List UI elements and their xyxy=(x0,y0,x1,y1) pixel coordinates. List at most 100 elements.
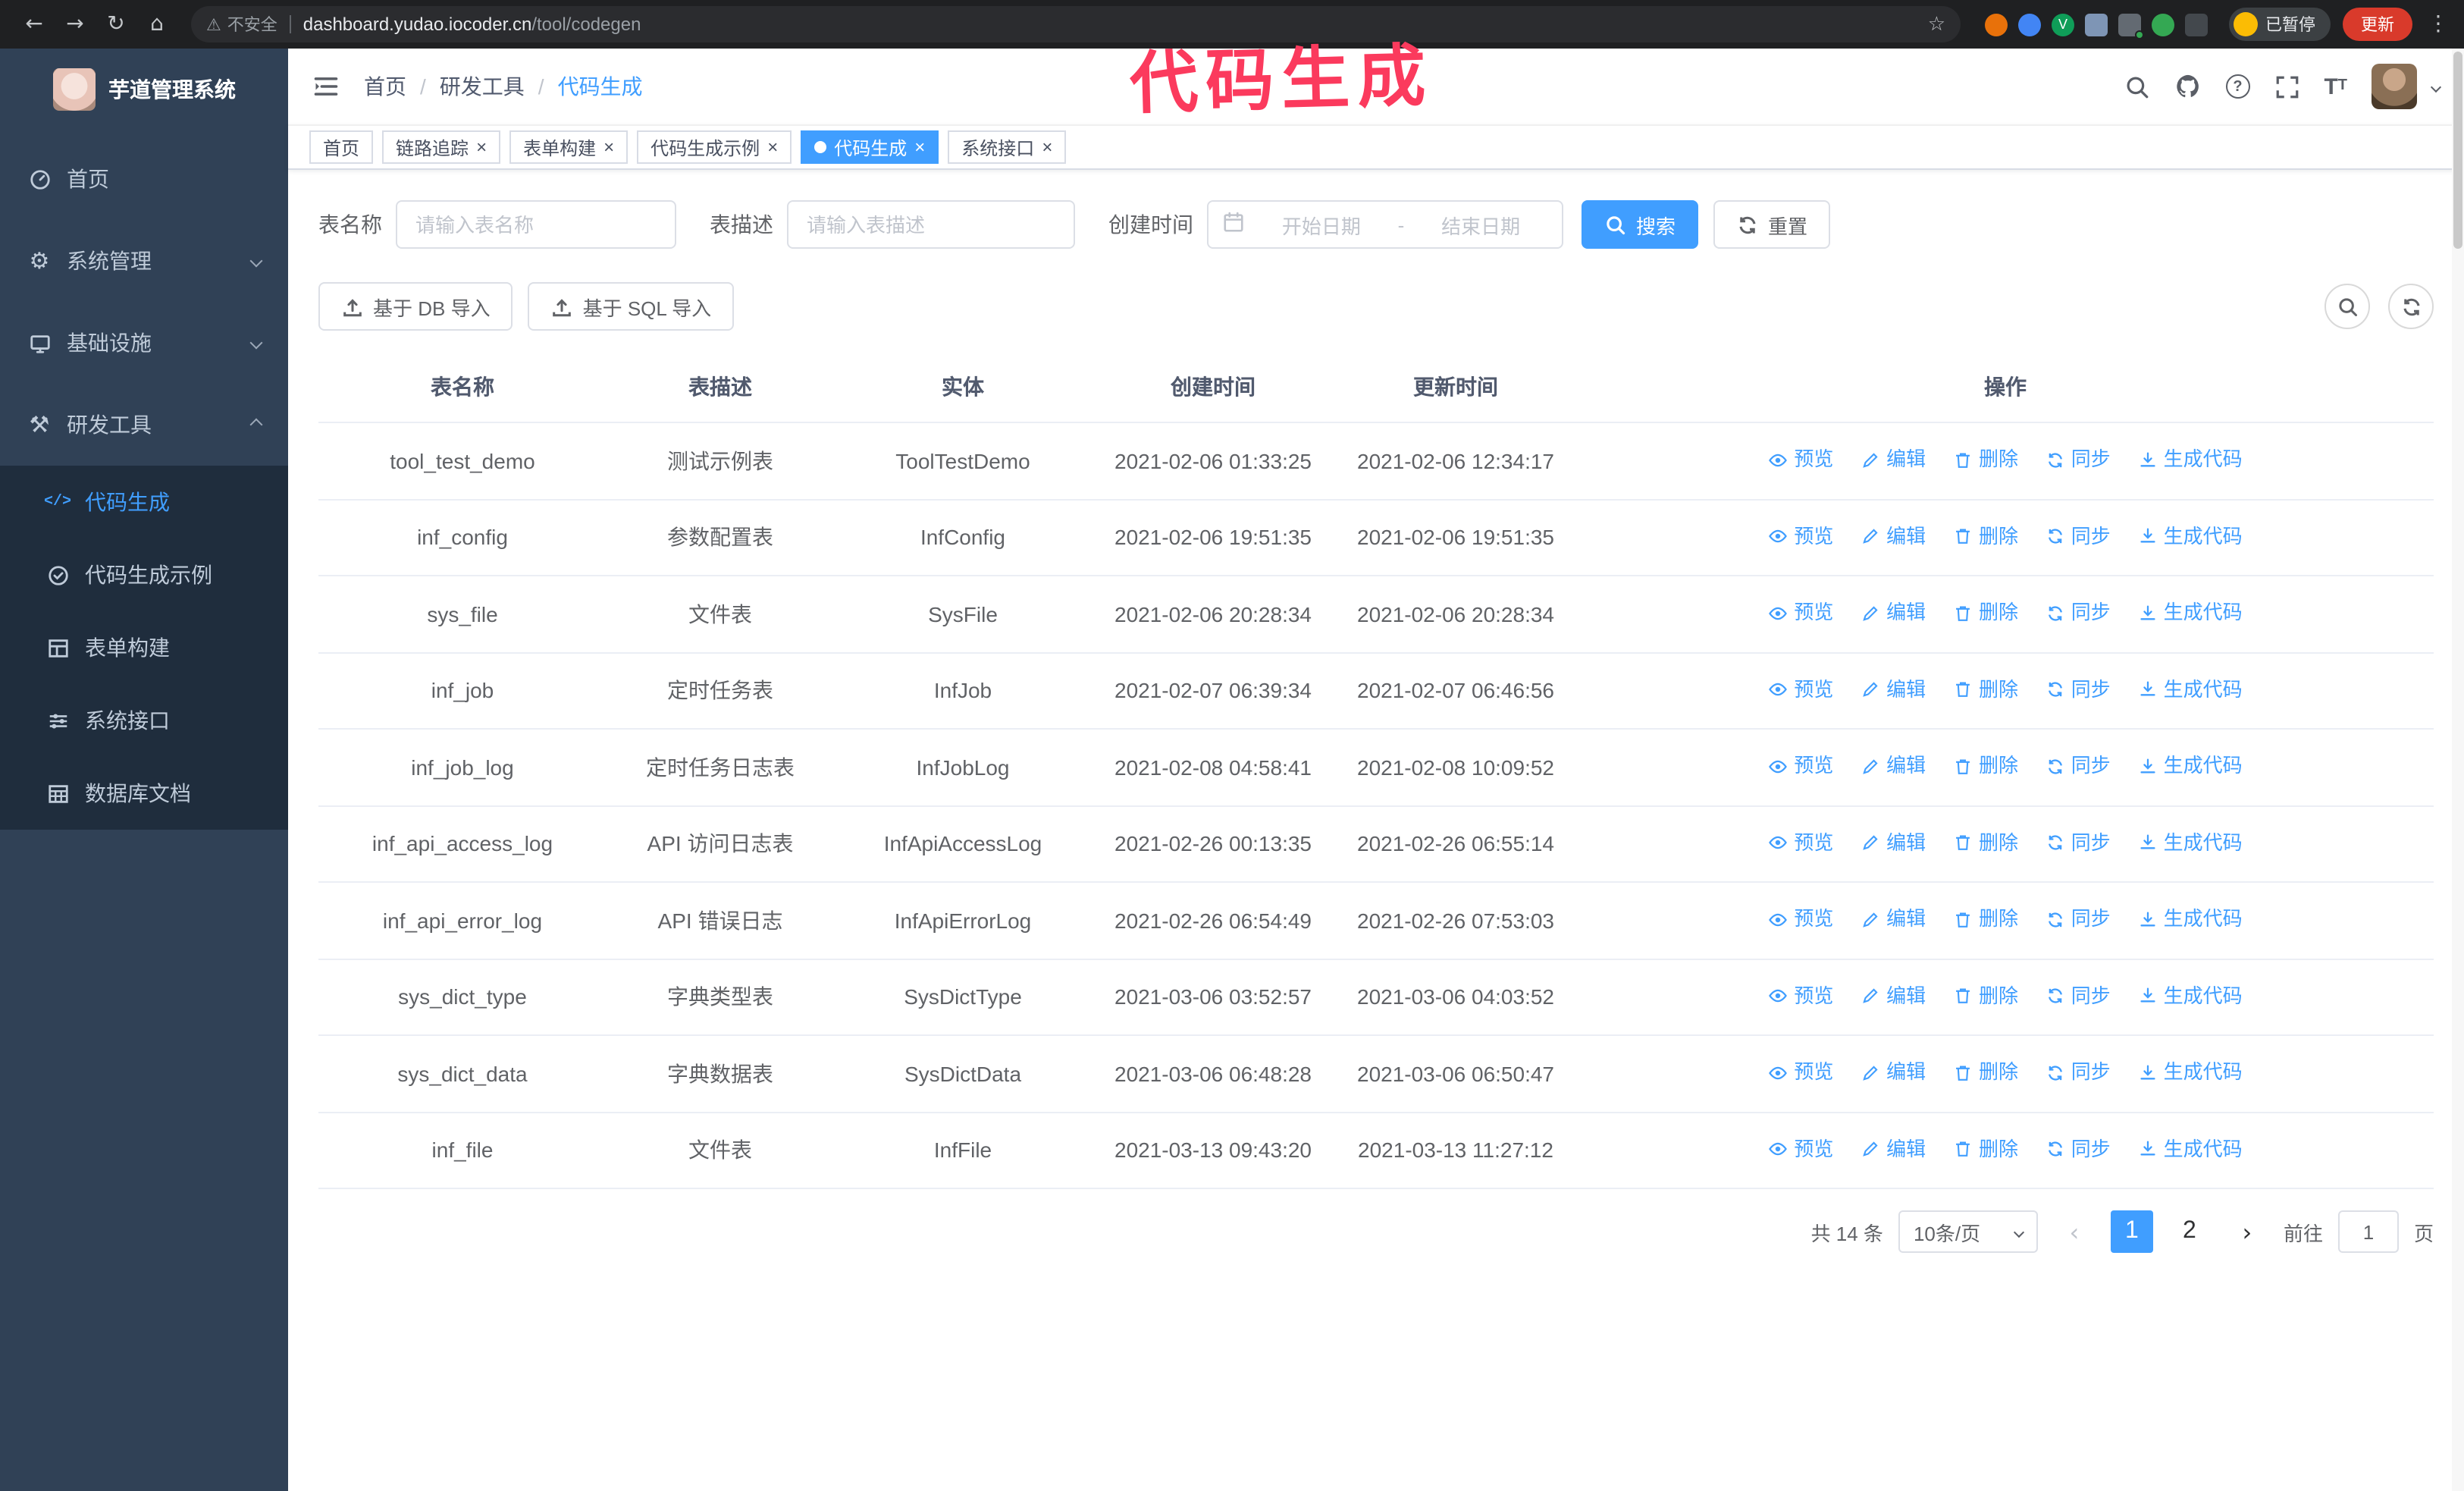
app-logo-row[interactable]: 芋道管理系统 xyxy=(0,49,288,129)
delete-link[interactable]: 删除 xyxy=(1953,749,2018,783)
sync-link[interactable]: 同步 xyxy=(2045,979,2111,1012)
scrollbar-thumb[interactable] xyxy=(2453,52,2462,249)
import-sql-button[interactable]: 基于 SQL 导入 xyxy=(528,282,735,331)
scrollbar[interactable] xyxy=(2452,49,2464,1491)
sidebar-item-codegen[interactable]: </> 代码生成 xyxy=(0,466,288,538)
sidebar-item-system-api[interactable]: 系统接口 xyxy=(0,684,288,757)
extension-icon[interactable]: V xyxy=(2052,13,2074,36)
generate-code-link[interactable]: 生成代码 xyxy=(2138,443,2243,476)
sidebar-item-codegen-example[interactable]: 代码生成示例 xyxy=(0,538,288,611)
sidebar-item-home[interactable]: 首页 xyxy=(0,138,288,220)
sync-link[interactable]: 同步 xyxy=(2045,443,2111,476)
fullscreen-icon[interactable] xyxy=(2274,74,2299,99)
prev-page-button[interactable]: ‹ xyxy=(2053,1210,2096,1253)
generate-code-link[interactable]: 生成代码 xyxy=(2138,1056,2243,1089)
puzzle-extensions-icon[interactable] xyxy=(2185,13,2208,36)
edit-link[interactable]: 编辑 xyxy=(1861,979,1926,1012)
bookmark-star-icon[interactable]: ☆ xyxy=(1928,13,1945,36)
font-size-icon[interactable]: TT xyxy=(2324,75,2347,98)
reset-button[interactable]: 重置 xyxy=(1713,200,1831,249)
close-icon[interactable]: × xyxy=(767,138,778,156)
refresh-table-button[interactable] xyxy=(2388,284,2434,329)
preview-link[interactable]: 预览 xyxy=(1768,749,1833,783)
table-name-input[interactable] xyxy=(396,200,676,249)
generate-code-link[interactable]: 生成代码 xyxy=(2138,979,2243,1012)
delete-link[interactable]: 删除 xyxy=(1953,1056,2018,1089)
home-button[interactable]: ⌂ xyxy=(138,6,176,42)
generate-code-link[interactable]: 生成代码 xyxy=(2138,902,2243,936)
edit-link[interactable]: 编辑 xyxy=(1861,596,1926,629)
preview-link[interactable]: 预览 xyxy=(1768,979,1833,1012)
help-icon[interactable]: ? xyxy=(2225,74,2250,99)
delete-link[interactable]: 删除 xyxy=(1953,1132,2018,1166)
sidebar-item-form-builder[interactable]: 表单构建 xyxy=(0,611,288,684)
preview-link[interactable]: 预览 xyxy=(1768,826,1833,859)
update-button[interactable]: 更新 xyxy=(2343,8,2412,41)
sync-link[interactable]: 同步 xyxy=(2045,519,2111,553)
close-icon[interactable]: × xyxy=(603,138,614,156)
edit-link[interactable]: 编辑 xyxy=(1861,673,1926,706)
search-icon[interactable] xyxy=(2124,74,2149,99)
delete-link[interactable]: 删除 xyxy=(1953,443,2018,476)
sync-link[interactable]: 同步 xyxy=(2045,596,2111,629)
edit-link[interactable]: 编辑 xyxy=(1861,749,1926,783)
profile-paused-badge[interactable]: 已暂停 xyxy=(2229,8,2331,41)
goto-page-input[interactable] xyxy=(2337,1210,2399,1253)
toggle-search-button[interactable] xyxy=(2324,284,2370,329)
extension-icon[interactable] xyxy=(2118,13,2144,39)
generate-code-link[interactable]: 生成代码 xyxy=(2138,596,2243,629)
preview-link[interactable]: 预览 xyxy=(1768,596,1833,629)
preview-link[interactable]: 预览 xyxy=(1768,1056,1833,1089)
url-bar[interactable]: ⚠ 不安全 dashboard.yudao.iocoder.cn/tool/co… xyxy=(191,6,1961,42)
delete-link[interactable]: 删除 xyxy=(1953,673,2018,706)
menu-kebab-icon[interactable]: ⋮ xyxy=(2428,12,2449,36)
extension-icon[interactable] xyxy=(2018,13,2041,36)
reload-button[interactable]: ↻ xyxy=(97,6,135,42)
page-size-select[interactable]: 10条/页 xyxy=(1898,1210,2038,1253)
preview-link[interactable]: 预览 xyxy=(1768,902,1833,936)
edit-link[interactable]: 编辑 xyxy=(1861,1132,1926,1166)
sidebar-item-system[interactable]: ⚙ 系统管理 xyxy=(0,220,288,302)
tab-home[interactable]: 首页 xyxy=(309,130,374,164)
chevron-down-icon[interactable] xyxy=(2430,80,2442,93)
generate-code-link[interactable]: 生成代码 xyxy=(2138,519,2243,553)
table-desc-input[interactable] xyxy=(787,200,1075,249)
sync-link[interactable]: 同步 xyxy=(2045,1056,2111,1089)
search-button[interactable]: 搜索 xyxy=(1582,200,1699,249)
edit-link[interactable]: 编辑 xyxy=(1861,519,1926,553)
generate-code-link[interactable]: 生成代码 xyxy=(2138,826,2243,859)
import-db-button[interactable]: 基于 DB 导入 xyxy=(318,282,513,331)
extension-icon[interactable] xyxy=(2152,13,2174,36)
forward-button[interactable]: → xyxy=(56,6,94,42)
sync-link[interactable]: 同步 xyxy=(2045,1132,2111,1166)
sync-link[interactable]: 同步 xyxy=(2045,826,2111,859)
sidebar-item-devtools[interactable]: ⚒ 研发工具 xyxy=(0,384,288,466)
back-button[interactable]: ← xyxy=(15,6,53,42)
generate-code-link[interactable]: 生成代码 xyxy=(2138,673,2243,706)
delete-link[interactable]: 删除 xyxy=(1953,902,2018,936)
tab-codegen[interactable]: 代码生成 × xyxy=(801,130,939,164)
preview-link[interactable]: 预览 xyxy=(1768,519,1833,553)
close-icon[interactable]: × xyxy=(1042,138,1052,156)
edit-link[interactable]: 编辑 xyxy=(1861,443,1926,476)
delete-link[interactable]: 删除 xyxy=(1953,979,2018,1012)
tab-form-builder[interactable]: 表单构建 × xyxy=(509,130,629,164)
tab-system-api[interactable]: 系统接口 × xyxy=(948,130,1067,164)
sidebar-item-db-docs[interactable]: 数据库文档 xyxy=(0,757,288,830)
edit-link[interactable]: 编辑 xyxy=(1861,1056,1926,1089)
preview-link[interactable]: 预览 xyxy=(1768,1132,1833,1166)
sync-link[interactable]: 同步 xyxy=(2045,673,2111,706)
generate-code-link[interactable]: 生成代码 xyxy=(2138,1132,2243,1166)
user-avatar[interactable] xyxy=(2372,64,2417,109)
sidebar-item-infra[interactable]: 基础设施 xyxy=(0,302,288,384)
next-page-button[interactable]: › xyxy=(2226,1210,2268,1253)
edit-link[interactable]: 编辑 xyxy=(1861,902,1926,936)
close-icon[interactable]: × xyxy=(476,138,487,156)
delete-link[interactable]: 删除 xyxy=(1953,519,2018,553)
hamburger-icon[interactable] xyxy=(312,73,340,100)
breadcrumb-home[interactable]: 首页 xyxy=(364,71,406,102)
tab-tracing[interactable]: 链路追踪 × xyxy=(382,130,501,164)
extension-icon[interactable] xyxy=(1985,13,2008,36)
close-icon[interactable]: × xyxy=(914,138,925,156)
preview-link[interactable]: 预览 xyxy=(1768,673,1833,706)
